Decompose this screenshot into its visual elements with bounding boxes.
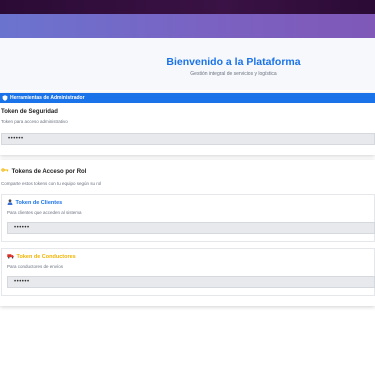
security-token-field[interactable]: •••••• (1, 133, 375, 145)
page-subtitle: Gestión integral de servicios y logístic… (190, 71, 277, 77)
shield-icon (2, 95, 8, 101)
security-token-description: Token para acceso administrativo (1, 119, 68, 124)
clients-token-description: Para clientes que acceden al sistema (7, 210, 82, 215)
clients-token-field[interactable]: •••••• (7, 222, 375, 234)
admin-tools-card: Herramientas de Administrador Token de S… (0, 93, 375, 155)
clients-token-box: Token de Clientes Para clientes que acce… (1, 194, 375, 242)
admin-tools-label: Herramientas de Administrador (10, 95, 85, 101)
role-tokens-card: Tokens de Acceso por Rol Comparte estos … (0, 160, 375, 306)
clients-token-title-row: Token de Clientes (7, 199, 62, 207)
page-title: Bienvenido a la Plataforma (166, 56, 301, 68)
drivers-token-title-row: Token de Conductores (7, 253, 76, 261)
drivers-token-field[interactable]: •••••• (7, 276, 375, 288)
security-token-label: Token de Seguridad (1, 109, 58, 115)
drivers-token-box: Token de Conductores Para conductores de… (1, 248, 375, 296)
header-band (0, 14, 375, 38)
role-tokens-title: Tokens de Acceso por Rol (11, 168, 87, 175)
key-icon (1, 167, 9, 175)
role-tokens-title-row: Tokens de Acceso por Rol (1, 167, 86, 175)
drivers-token-description: Para conductores de envíos (7, 264, 64, 269)
user-icon (7, 199, 13, 207)
admin-tools-header: Herramientas de Administrador (0, 93, 375, 103)
drivers-token-title: Token de Conductores (16, 254, 76, 261)
clients-token-title: Token de Clientes (15, 200, 63, 207)
truck-icon (7, 253, 14, 261)
role-tokens-description: Comparte estos tokens con tu equipo segú… (1, 181, 102, 186)
top-bar (0, 0, 375, 14)
